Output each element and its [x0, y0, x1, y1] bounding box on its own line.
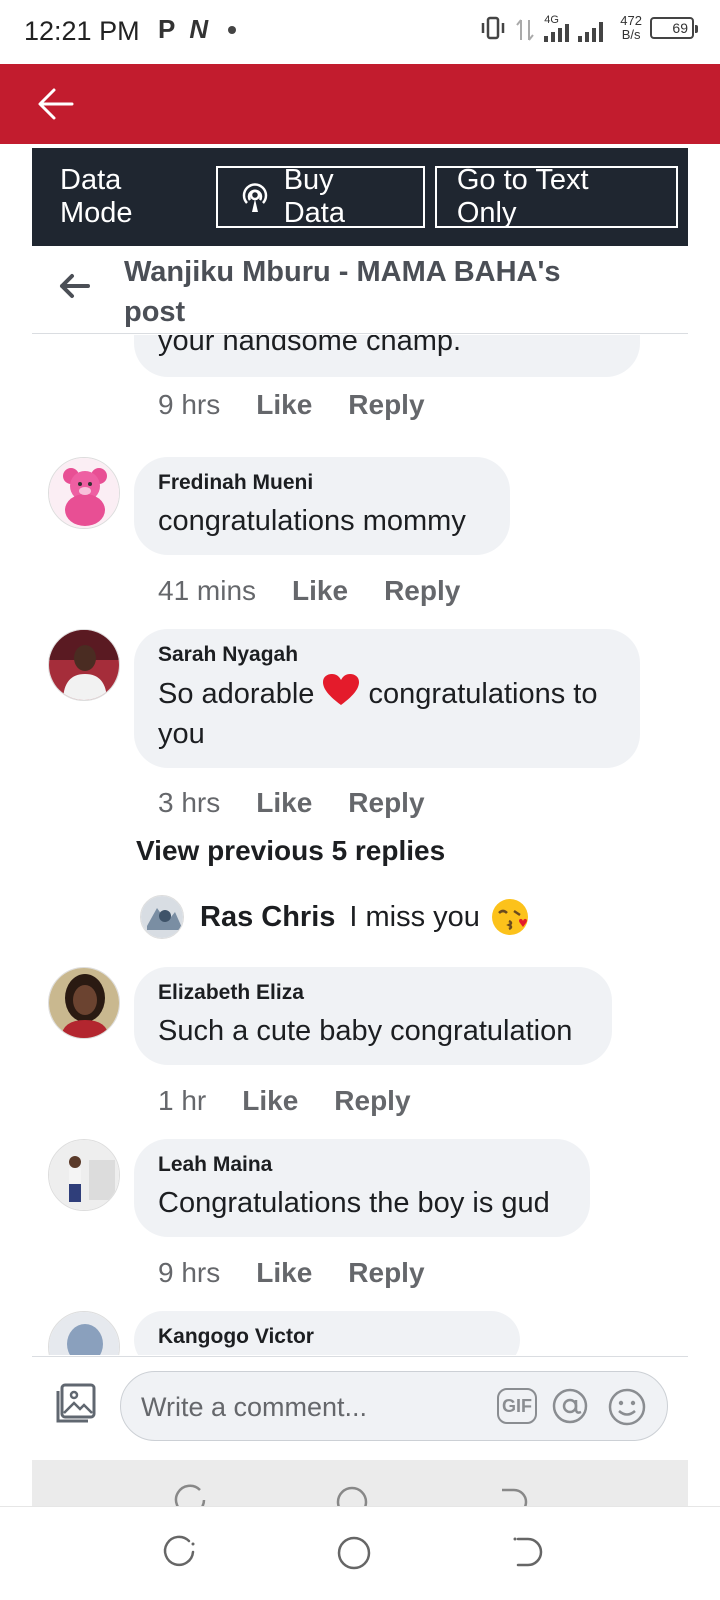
comment-input-field[interactable]: GIF — [120, 1371, 668, 1441]
vibrate-icon — [482, 16, 505, 40]
comment-bubble[interactable]: Sarah Nyagah So adorable congratulations… — [134, 629, 640, 768]
reply-preview[interactable]: Ras Chris I miss you — [140, 895, 530, 939]
back-icon — [502, 1488, 528, 1506]
person-avatar-icon — [49, 968, 119, 1038]
comment-meta: 41 mins Like Reply — [158, 575, 496, 607]
avatar[interactable] — [48, 457, 120, 529]
comment-meta: 3 hrs Like Reply — [158, 787, 461, 819]
notification-p-icon: P — [158, 14, 176, 44]
comment-composer: GIF — [32, 1356, 688, 1452]
comment-time: 9 hrs — [158, 389, 221, 420]
commenter-name[interactable]: Leah Maina — [158, 1153, 566, 1177]
comment-meta: 9 hrs Like Reply — [158, 389, 461, 421]
person-avatar-icon — [49, 1312, 119, 1355]
status-right: 4G 472 B/s 69 — [478, 12, 698, 44]
home-icon — [336, 1486, 368, 1506]
reply-button[interactable]: Reply — [348, 787, 424, 819]
comment-bubble[interactable]: Leah Maina Congratulations the boy is gu… — [134, 1139, 590, 1237]
back-icon[interactable] — [508, 1533, 548, 1573]
status-bar: 12:21 PM P N 4G 472 B/s 69 — [0, 0, 720, 64]
data-mode-label: Data Mode — [60, 164, 133, 229]
kissing-face-emoji-icon — [491, 899, 528, 935]
back-arrow-icon[interactable] — [56, 268, 92, 304]
comment-bubble[interactable]: Fredinah Mueni congratulations mommy — [134, 457, 510, 555]
text-only-button[interactable]: Go to Text Only — [434, 164, 678, 229]
mention-icon[interactable] — [551, 1387, 589, 1425]
text-only-label: Go to Text Only — [456, 164, 589, 229]
comment-time: 41 mins — [158, 575, 257, 606]
data-transfer-icon — [516, 19, 535, 41]
reply-button[interactable]: Reply — [348, 1257, 424, 1289]
recent-apps-icon[interactable] — [160, 1533, 200, 1573]
comment-time: 9 hrs — [158, 1257, 221, 1288]
broadcast-icon — [242, 183, 267, 212]
comment-text: congratulations mommy — [158, 505, 466, 537]
person-avatar-icon — [49, 630, 119, 700]
buy-data-button[interactable]: Buy Data — [215, 164, 425, 229]
like-button[interactable]: Like — [242, 1085, 298, 1117]
comment-text: Such a cute baby congratulation — [158, 1015, 573, 1047]
avatar[interactable] — [48, 1311, 120, 1355]
comment-bubble[interactable]: your handsome champ. — [134, 335, 640, 377]
like-button[interactable]: Like — [292, 575, 348, 607]
arrow-left-icon[interactable] — [36, 84, 76, 124]
comment-text: Congratulations the boy is gud — [158, 1187, 550, 1219]
gif-button[interactable]: GIF — [497, 1388, 537, 1424]
notification-icons: P N — [158, 14, 237, 45]
system-navigation-bar — [0, 1506, 720, 1600]
reply-text: I miss you — [349, 900, 480, 933]
person-avatar-icon — [141, 896, 183, 938]
avatar[interactable] — [48, 967, 120, 1039]
photo-icon[interactable] — [52, 1379, 100, 1427]
buy-data-label: Buy Data — [283, 164, 345, 229]
comment-text: So adorable congratulations to you — [158, 673, 616, 754]
webview-nav-strip — [32, 1460, 688, 1506]
avatar[interactable] — [48, 1139, 120, 1211]
comment-bubble[interactable]: Kangogo Victor — [134, 1311, 520, 1355]
network-speed: 472 B/s — [620, 13, 642, 42]
comments-list[interactable]: your handsome champ. 9 hrs Like Reply Fr… — [0, 335, 720, 1355]
red-heart-emoji-icon — [323, 674, 360, 705]
comment-bubble[interactable]: Elizabeth Eliza Such a cute baby congrat… — [134, 967, 612, 1065]
notification-n-icon: N — [189, 14, 209, 44]
view-previous-replies-link[interactable]: View previous 5 replies — [136, 835, 445, 867]
post-title: Wanjiku Mburu - MAMA BAHA's post — [124, 256, 561, 328]
commenter-name[interactable]: Sarah Nyagah — [158, 643, 616, 667]
battery-icon: 69 — [650, 17, 698, 39]
notification-dot-icon — [228, 25, 237, 34]
app-bar — [0, 64, 720, 144]
signal-group: 4G — [516, 12, 612, 44]
comment-text: your handsome champ. — [158, 335, 462, 357]
avatar[interactable] — [48, 629, 120, 701]
reply-button[interactable]: Reply — [348, 389, 424, 421]
commenter-name[interactable]: Elizabeth Eliza — [158, 981, 588, 1005]
post-header: Wanjiku Mburu - MAMA BAHA's post — [32, 248, 688, 334]
emoji-icon[interactable] — [607, 1387, 647, 1427]
comment-input[interactable] — [141, 1388, 461, 1426]
reply-author[interactable]: Ras Chris — [200, 901, 335, 934]
recent-apps-icon — [174, 1484, 206, 1506]
teddy-bear-avatar-icon — [49, 458, 119, 528]
reply-button[interactable]: Reply — [334, 1085, 410, 1117]
commenter-name[interactable]: Kangogo Victor — [158, 1325, 496, 1349]
reply-avatar[interactable] — [140, 895, 184, 939]
like-button[interactable]: Like — [256, 787, 312, 819]
reply-button[interactable]: Reply — [384, 575, 460, 607]
comment-time: 1 hr — [158, 1085, 207, 1116]
like-button[interactable]: Like — [256, 389, 312, 421]
commenter-name[interactable]: Fredinah Mueni — [158, 471, 486, 495]
data-mode-bar: Data Mode Buy Data Go to Text Only — [32, 148, 688, 246]
status-time: 12:21 PM — [24, 16, 140, 46]
home-icon[interactable] — [334, 1533, 374, 1573]
signal-icon — [544, 22, 604, 42]
comment-meta: 1 hr Like Reply — [158, 1085, 447, 1117]
comment-time: 3 hrs — [158, 787, 221, 818]
person-avatar-icon — [49, 1140, 119, 1210]
comment-meta: 9 hrs Like Reply — [158, 1257, 461, 1289]
like-button[interactable]: Like — [256, 1257, 312, 1289]
